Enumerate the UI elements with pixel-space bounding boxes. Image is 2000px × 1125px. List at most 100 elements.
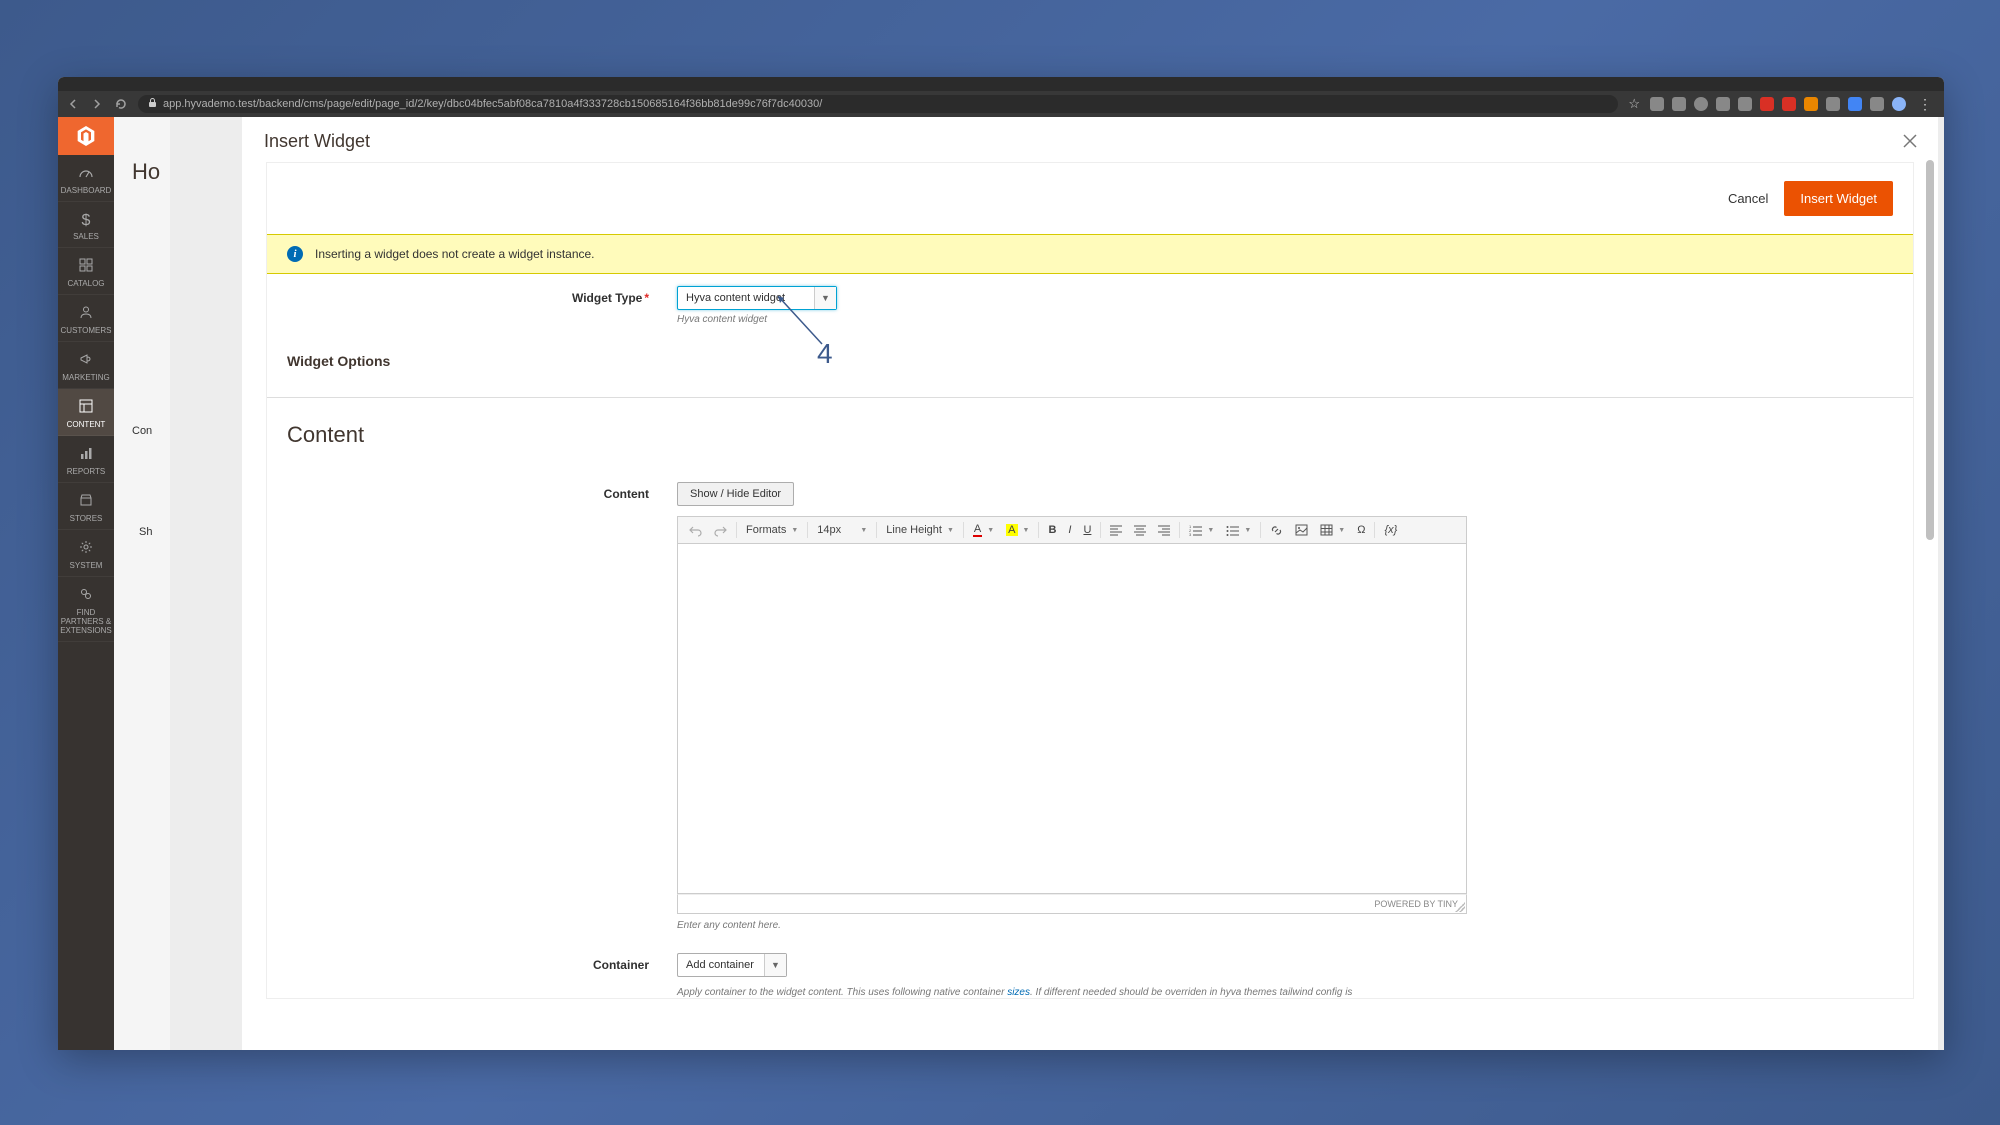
sidebar-item-label: SYSTEM bbox=[70, 561, 103, 570]
url-bar[interactable]: app.hyvademo.test/backend/cms/page/edit/… bbox=[138, 95, 1618, 113]
undo-icon[interactable] bbox=[684, 521, 707, 540]
background-content: Ho Con Sh Insert Widget Cancel Insert Wi… bbox=[114, 117, 1944, 1050]
link-icon[interactable] bbox=[1265, 521, 1288, 540]
sizes-link[interactable]: sizes bbox=[1007, 987, 1030, 998]
ext-icon[interactable] bbox=[1760, 97, 1774, 111]
insert-widget-button[interactable]: Insert Widget bbox=[1784, 181, 1893, 216]
bold-icon[interactable]: B bbox=[1043, 521, 1061, 539]
sidebar-item-reports[interactable]: REPORTS bbox=[58, 436, 114, 483]
sidebar-item-system[interactable]: SYSTEM bbox=[58, 530, 114, 577]
ext-icon[interactable] bbox=[1672, 97, 1686, 111]
chart-icon bbox=[60, 446, 112, 465]
modal-action-bar: Cancel Insert Widget bbox=[267, 163, 1913, 234]
info-text: Inserting a widget does not create a wid… bbox=[315, 247, 595, 261]
ext-icon[interactable] bbox=[1782, 97, 1796, 111]
sidebar-item-label: SALES bbox=[73, 232, 99, 241]
layout-icon bbox=[60, 399, 112, 418]
bg-label: Sh bbox=[139, 526, 152, 538]
align-right-icon[interactable] bbox=[1153, 522, 1175, 539]
content-field-row: Content Show / Hide Editor bbox=[267, 458, 1913, 931]
ext-icon[interactable] bbox=[1892, 97, 1906, 111]
fontsize-dropdown[interactable]: 14px▼ bbox=[812, 521, 872, 539]
align-left-icon[interactable] bbox=[1105, 522, 1127, 539]
close-icon[interactable] bbox=[1896, 127, 1924, 155]
container-label: Container bbox=[287, 953, 677, 972]
scrollbar[interactable] bbox=[1924, 160, 1934, 1044]
ext-icon[interactable] bbox=[1694, 97, 1708, 111]
ext-icon[interactable] bbox=[1738, 97, 1752, 111]
ext-icon[interactable] bbox=[1650, 97, 1664, 111]
menu-icon[interactable]: ⋮ bbox=[1918, 96, 1932, 113]
link-icon bbox=[60, 587, 112, 606]
widget-type-select[interactable]: Hyva content widget ▼ bbox=[677, 286, 837, 310]
reload-icon[interactable] bbox=[114, 97, 128, 111]
sidebar-item-label: CONTENT bbox=[67, 420, 106, 429]
svg-text:3: 3 bbox=[1189, 532, 1192, 536]
content-editor[interactable] bbox=[677, 544, 1467, 894]
separator bbox=[876, 522, 877, 538]
modal-body: Cancel Insert Widget i Inserting a widge… bbox=[242, 162, 1938, 1045]
separator bbox=[963, 522, 964, 538]
sidebar-item-stores[interactable]: STORES bbox=[58, 483, 114, 530]
url-text: app.hyvademo.test/backend/cms/page/edit/… bbox=[163, 98, 822, 110]
content-label: Content bbox=[287, 482, 677, 501]
table-icon[interactable]: ▼ bbox=[1315, 521, 1350, 539]
sidebar-item-dashboard[interactable]: DASHBOARD bbox=[58, 155, 114, 202]
cancel-button[interactable]: Cancel bbox=[1724, 183, 1772, 214]
content-hint: Enter any content here. bbox=[677, 920, 1893, 931]
numbered-list-icon[interactable]: 123 ▼ bbox=[1184, 522, 1219, 539]
back-icon[interactable] bbox=[66, 97, 80, 111]
ext-icon[interactable] bbox=[1716, 97, 1730, 111]
browser-tab-bar bbox=[58, 77, 1944, 91]
sidebar-item-customers[interactable]: CUSTOMERS bbox=[58, 295, 114, 342]
ext-icon[interactable] bbox=[1804, 97, 1818, 111]
sidebar-item-label: CUSTOMERS bbox=[61, 326, 112, 335]
sidebar-item-marketing[interactable]: MARKETING bbox=[58, 342, 114, 389]
extension-icons: ⋮ bbox=[1650, 96, 1936, 113]
separator bbox=[1374, 522, 1375, 538]
sidebar-item-label: MARKETING bbox=[62, 373, 110, 382]
scrollbar-thumb[interactable] bbox=[1926, 160, 1934, 540]
sidebar-item-partners[interactable]: FIND PARTNERS & EXTENSIONS bbox=[58, 577, 114, 642]
store-icon bbox=[60, 493, 112, 512]
sidebar-item-sales[interactable]: $ SALES bbox=[58, 202, 114, 248]
underline-icon[interactable]: U bbox=[1078, 521, 1096, 539]
ext-icon[interactable] bbox=[1826, 97, 1840, 111]
sidebar-item-label: STORES bbox=[70, 514, 103, 523]
browser-window: app.hyvademo.test/backend/cms/page/edit/… bbox=[58, 77, 1944, 1050]
special-char-icon[interactable]: Ω bbox=[1352, 521, 1370, 539]
text-color-icon[interactable]: A▼ bbox=[968, 520, 999, 540]
chevron-down-icon: ▼ bbox=[764, 954, 786, 976]
browser-nav-bar: app.hyvademo.test/backend/cms/page/edit/… bbox=[58, 91, 1944, 117]
info-banner: i Inserting a widget does not create a w… bbox=[267, 234, 1913, 274]
variable-icon[interactable]: {x} bbox=[1379, 521, 1402, 539]
bg-color-icon[interactable]: A▼ bbox=[1001, 521, 1034, 539]
grid-icon bbox=[60, 258, 112, 277]
resize-handle[interactable] bbox=[1455, 902, 1465, 912]
modal-overlay: Insert Widget Cancel Insert Widget i bbox=[170, 117, 1944, 1050]
sidebar-item-label: FIND PARTNERS & EXTENSIONS bbox=[60, 608, 112, 635]
show-hide-editor-button[interactable]: Show / Hide Editor bbox=[677, 482, 794, 506]
sidebar-item-content[interactable]: CONTENT bbox=[58, 389, 114, 436]
separator bbox=[1100, 522, 1101, 538]
sidebar-item-label: REPORTS bbox=[67, 467, 106, 476]
image-icon[interactable] bbox=[1290, 521, 1313, 539]
formats-dropdown[interactable]: Formats▼ bbox=[741, 521, 803, 539]
ext-icon[interactable] bbox=[1848, 97, 1862, 111]
redo-icon[interactable] bbox=[709, 521, 732, 540]
ext-icon[interactable] bbox=[1870, 97, 1884, 111]
container-select[interactable]: Add container ▼ bbox=[677, 953, 787, 977]
powered-by-text: POWERED BY TINY bbox=[1374, 899, 1458, 909]
sidebar-item-catalog[interactable]: CATALOG bbox=[58, 248, 114, 295]
bg-page-title: Ho bbox=[132, 159, 160, 185]
sidebar-item-label: CATALOG bbox=[67, 279, 104, 288]
user-icon bbox=[60, 305, 112, 324]
bookmark-star-icon[interactable]: ☆ bbox=[1628, 96, 1640, 112]
align-center-icon[interactable] bbox=[1129, 522, 1151, 539]
magento-logo[interactable] bbox=[58, 117, 114, 155]
forward-icon[interactable] bbox=[90, 97, 104, 111]
lineheight-dropdown[interactable]: Line Height▼ bbox=[881, 521, 959, 539]
bullet-list-icon[interactable]: ▼ bbox=[1221, 522, 1256, 539]
admin-sidebar: DASHBOARD $ SALES CATALOG CUSTOMERS bbox=[58, 117, 114, 1050]
italic-icon[interactable]: I bbox=[1063, 521, 1076, 539]
